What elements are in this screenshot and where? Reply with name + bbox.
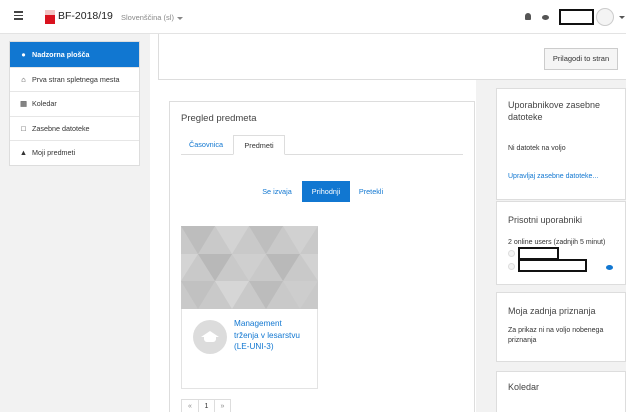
nav-item-private-files[interactable]: □ Zasebne datoteke	[10, 115, 139, 141]
calendar-icon: ▦	[19, 99, 28, 109]
site-name[interactable]: BF-2018/19	[58, 10, 113, 22]
language-label: Slovenščina (sl)	[121, 13, 174, 22]
course-overview-title: Pregled predmeta	[181, 113, 257, 124]
filter-future[interactable]: Prihodnji	[302, 181, 350, 202]
pager-page-1[interactable]: 1	[198, 400, 214, 412]
customise-page-button[interactable]: Prilagodi to stran	[544, 48, 618, 70]
filter-in-progress[interactable]: Se izvaja	[256, 181, 298, 202]
chevron-down-icon	[176, 16, 183, 20]
hamburger-menu-icon[interactable]	[10, 9, 26, 25]
nav-item-label: Koledar	[32, 99, 57, 109]
manage-private-files-link[interactable]: Upravljaj zasebne datoteke...	[508, 173, 598, 180]
tab-timeline[interactable]: Časovnica	[183, 135, 229, 155]
nav-item-calendar[interactable]: ▦ Koledar	[10, 91, 139, 116]
pager-prev-button[interactable]: «	[182, 400, 198, 412]
nav-item-label: Nadzorna plošča	[32, 49, 90, 59]
calendar-title: Koledar	[508, 382, 540, 392]
nav-item-label: Zasebne datoteke	[32, 123, 90, 133]
file-icon: □	[21, 123, 26, 133]
avatar[interactable]	[596, 8, 614, 26]
nav-item-label: Moji predmeti	[32, 148, 76, 158]
recent-badges-empty-text: Za prikaz ni na voljo nobenega priznanja	[508, 327, 604, 344]
filter-past[interactable]: Pretekli	[352, 181, 390, 202]
course-image[interactable]	[181, 226, 318, 309]
nav-item-my-courses[interactable]: ▲ Moji predmeti	[10, 140, 139, 165]
private-files-title: Uporabnikove zasebne datoteke	[508, 100, 601, 122]
dashboard-icon: ●	[21, 49, 26, 59]
course-name-link[interactable]: Management trženja v lesarstvu (LE-UNI-3…	[234, 318, 304, 353]
private-files-empty-text: Ni datotek na voljo	[508, 145, 566, 152]
language-selector[interactable]: Slovenščina (sl)	[121, 13, 183, 22]
online-user-avatar	[508, 263, 515, 270]
nav-item-label: Prva stran spletnega mesta	[32, 74, 120, 84]
nav-item-site-home[interactable]: ⌂ Prva stran spletnega mesta	[10, 66, 139, 92]
top-navbar: BF-2018/19 Slovenščina (sl)	[0, 0, 626, 34]
messages-icon[interactable]	[542, 15, 549, 20]
recent-badges-title: Moja zadnja priznanja	[508, 306, 596, 316]
site-logo-icon	[45, 10, 55, 24]
graduation-cap-icon: ▲	[19, 148, 28, 158]
pagination: « 1 »	[181, 399, 231, 412]
nav-item-dashboard[interactable]: ● Nadzorna plošča	[10, 42, 139, 67]
online-users-title: Prisotni uporabniki	[508, 215, 583, 225]
notifications-bell-icon[interactable]	[525, 13, 531, 20]
online-user-avatar	[508, 250, 515, 257]
pager-next-button[interactable]: »	[214, 400, 230, 412]
course-pattern-graphic	[181, 226, 318, 309]
tab-courses[interactable]: Predmeti	[233, 135, 285, 155]
send-message-icon[interactable]	[606, 265, 613, 270]
online-user-name-redacted[interactable]	[518, 259, 587, 272]
nav-drawer: ● Nadzorna plošča ⌂ Prva stran spletnega…	[0, 34, 148, 412]
username-redacted[interactable]	[559, 9, 594, 25]
nav-list: ● Nadzorna plošča ⌂ Prva stran spletnega…	[9, 41, 140, 166]
user-menu-chevron-icon[interactable]	[619, 16, 625, 19]
course-graduation-cap-icon	[193, 320, 227, 354]
home-icon: ⌂	[21, 74, 26, 84]
